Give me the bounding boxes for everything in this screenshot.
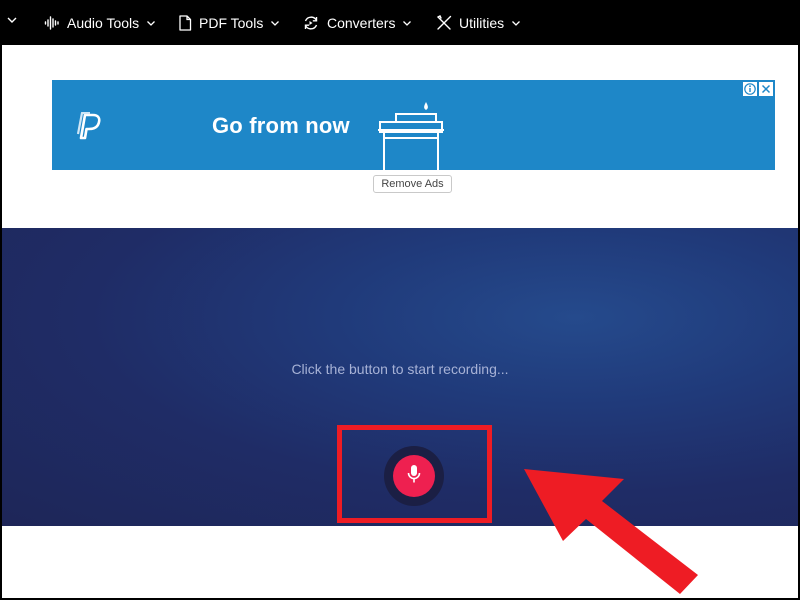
nav-audio-tools-label: Audio Tools [67,14,140,31]
ad-info-icon[interactable] [743,82,757,96]
chevron-down-icon [146,18,156,28]
nav-utilities[interactable]: Utilities [436,0,521,45]
chevron-down-icon [402,18,412,28]
recording-prompt: Click the button to start recording... [291,361,509,377]
nav-utilities-label: Utilities [459,14,505,31]
bucket-illustration [374,102,446,170]
paypal-logo [76,111,102,145]
chevron-down-icon [511,18,521,28]
document-icon [178,14,192,31]
nav-converters-label: Converters [327,14,396,31]
chevron-down-icon [270,18,280,28]
ad-close-icon[interactable] [759,82,773,96]
chevron-down-icon[interactable] [5,13,19,27]
nav-converters[interactable]: Converters [302,0,412,45]
highlight-box [337,425,492,523]
ad-banner[interactable]: Go from now [52,80,775,170]
ad-headline: Go from now [212,113,350,138]
audio-wave-icon [44,15,60,31]
tools-icon [436,14,452,31]
nav-pdf-tools[interactable]: PDF Tools [178,0,280,45]
top-navbar: Audio Tools PDF Tools Converters Utiliti… [0,0,800,45]
remove-ads-button[interactable]: Remove Ads [373,175,452,193]
refresh-convert-icon [302,14,320,32]
nav-pdf-tools-label: PDF Tools [199,14,264,31]
red-arrow-annotation [510,455,702,600]
nav-audio-tools[interactable]: Audio Tools [44,0,156,45]
